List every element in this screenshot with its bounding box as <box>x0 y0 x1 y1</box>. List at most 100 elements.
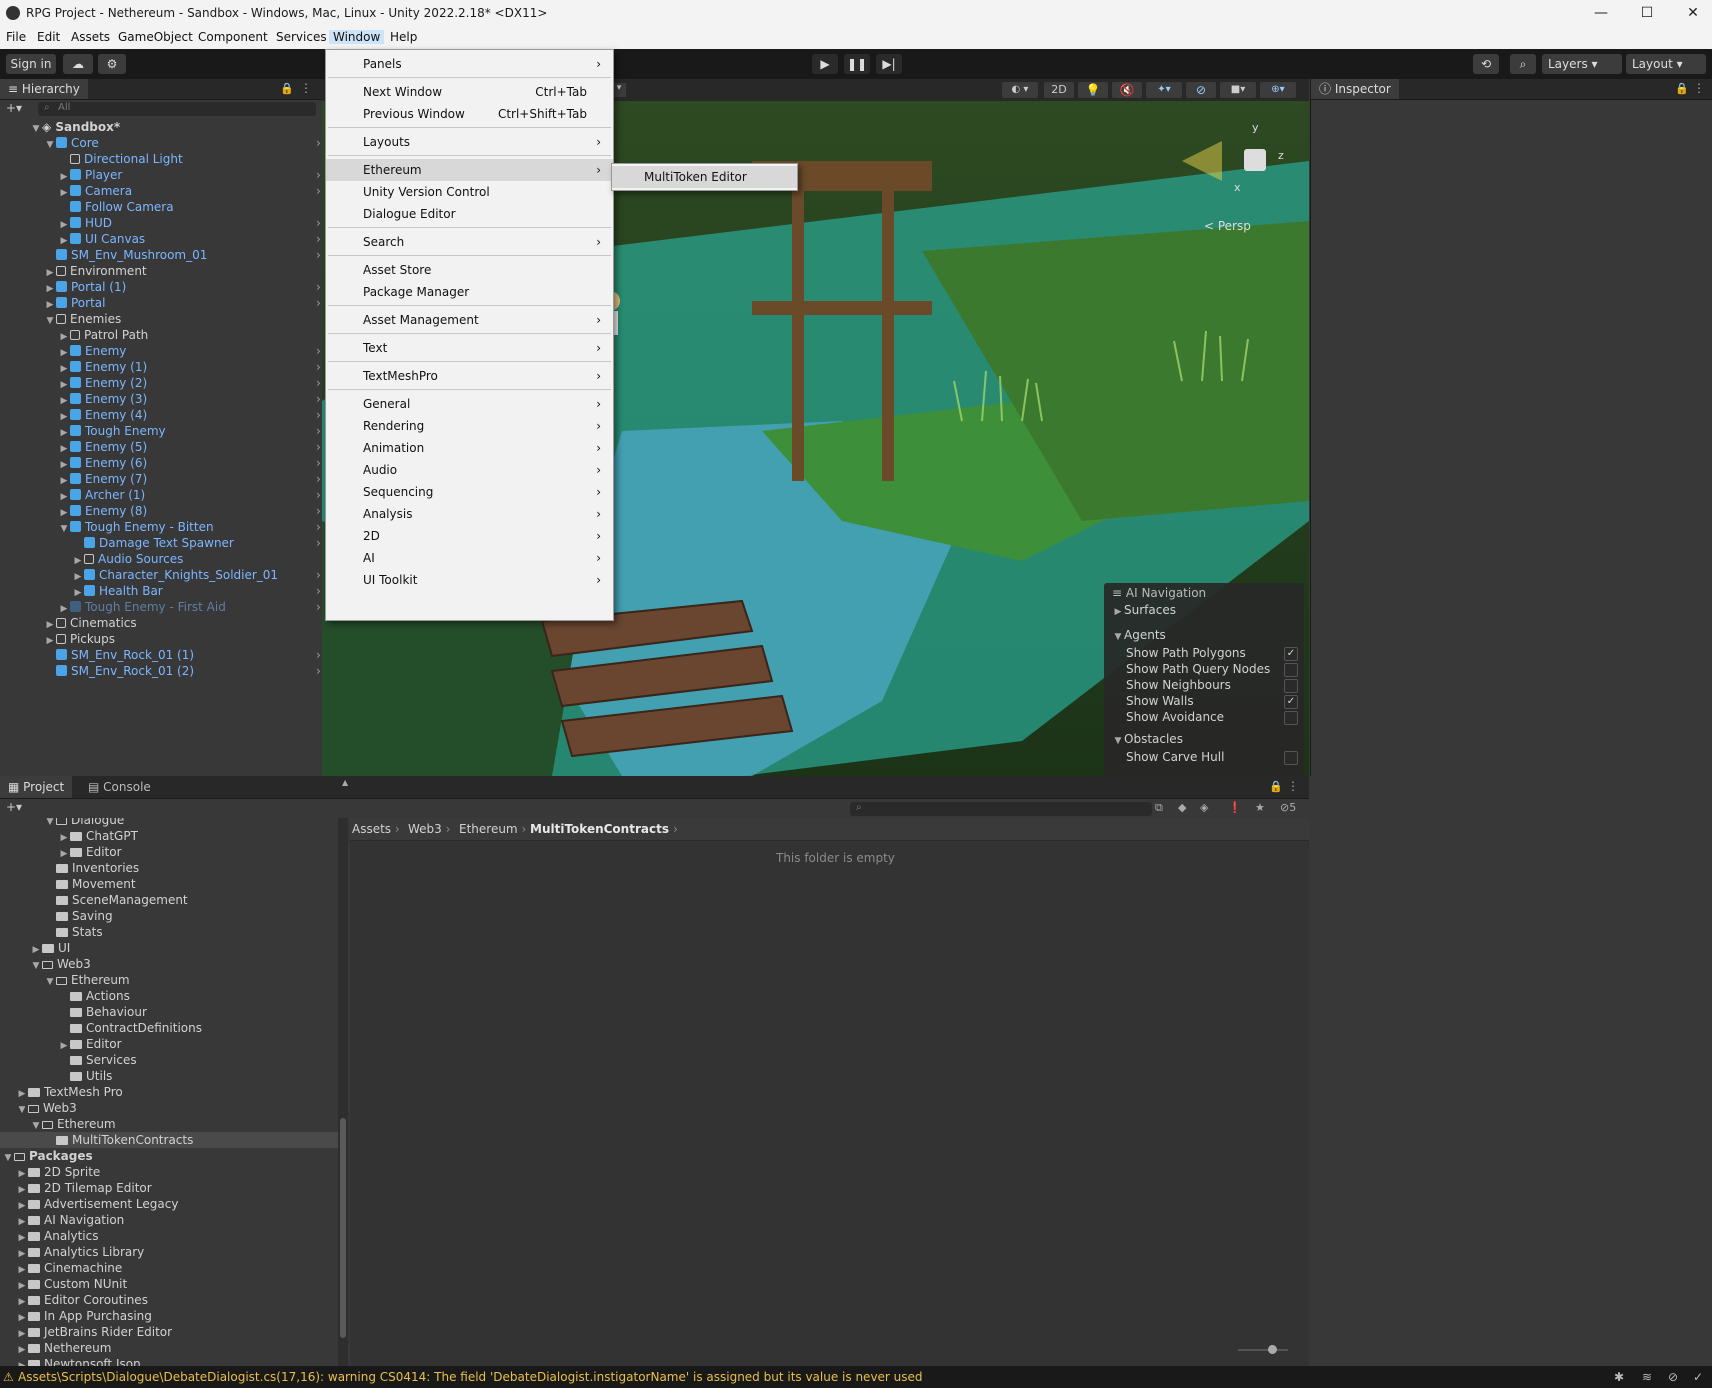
dropdown-icon[interactable]: ▾ <box>612 83 626 97</box>
project-folder-item[interactable]: ▶ Editor Coroutines <box>16 1292 148 1308</box>
status-message[interactable]: Assets\Scripts\Dialogue\DebateDialogist.… <box>18 1366 923 1388</box>
breadcrumb-web3[interactable]: Web3 › <box>408 821 450 837</box>
menu-component[interactable]: Component <box>194 30 272 44</box>
search-by-type-icon[interactable]: ⧉ <box>1155 801 1163 815</box>
hierarchy-item[interactable]: ▶ Portal (1) › <box>44 279 321 295</box>
panel-menu-icon[interactable]: ⋮ <box>300 81 312 95</box>
menu-edit[interactable]: Edit <box>33 30 64 44</box>
project-folder-item[interactable]: ▶ 2D Sprite <box>16 1164 101 1180</box>
gizmo-cube[interactable] <box>1244 149 1266 171</box>
project-folder-item[interactable]: MultiTokenContracts <box>0 1132 338 1148</box>
project-search-input[interactable]: ⌕ <box>850 802 1152 816</box>
open-prefab-arrow-icon[interactable]: › <box>316 535 321 551</box>
shading-mode-dropdown[interactable]: ◐ ▾ <box>1002 82 1038 98</box>
open-prefab-arrow-icon[interactable]: › <box>316 183 321 199</box>
orientation-gizmo[interactable]: y z x < Persp <box>1204 121 1292 233</box>
cloud-icon[interactable]: ☁ <box>63 54 93 74</box>
hierarchy-item[interactable]: ▶ Archer (1) › <box>58 487 321 503</box>
add-button[interactable]: +▾ <box>6 101 22 115</box>
open-prefab-arrow-icon[interactable]: › <box>316 663 321 679</box>
tab-console[interactable]: ▤ Console <box>80 776 159 798</box>
persp-label[interactable]: < Persp <box>1204 219 1251 233</box>
open-prefab-arrow-icon[interactable]: › <box>316 455 321 471</box>
project-folder-item[interactable]: ▶ Editor <box>58 844 122 860</box>
step-button[interactable]: ▶| <box>876 54 902 74</box>
project-folder-item[interactable]: ▶ AI Navigation <box>16 1212 125 1228</box>
panel-menu-icon[interactable]: ⋮ <box>1287 779 1299 793</box>
menu-window[interactable]: Window <box>329 30 385 44</box>
menu-services[interactable]: Services <box>272 30 331 44</box>
hierarchy-item[interactable]: ▶ Tough Enemy - First Aid › <box>58 599 321 615</box>
hierarchy-item[interactable]: ▶ Enemy (2) › <box>58 375 321 391</box>
menu-item-dialogue-editor[interactable]: Dialogue Editor <box>326 203 613 225</box>
hierarchy-item[interactable]: ▶ Enemy › <box>58 343 321 359</box>
project-folder-item[interactable]: ▶ ChatGPT <box>58 828 138 844</box>
breadcrumb-ethereum[interactable]: Ethereum › <box>459 821 526 837</box>
project-folder-item[interactable]: ▶ UI <box>30 940 71 956</box>
bug-icon[interactable]: ✱ <box>1614 1366 1624 1388</box>
hierarchy-item[interactable]: ▶ Player › <box>58 167 321 183</box>
foldout-arrow-icon[interactable]: ▼ <box>44 137 56 153</box>
stack-icon[interactable]: ≋ <box>1642 1366 1652 1388</box>
hierarchy-item[interactable]: ▶ Cinematics <box>44 615 137 631</box>
menu-item-unity-version-control[interactable]: Unity Version Control <box>326 181 613 203</box>
hierarchy-item[interactable]: Follow Camera <box>58 199 174 215</box>
menu-item-sequencing[interactable]: Sequencing › <box>326 481 613 503</box>
open-prefab-arrow-icon[interactable]: › <box>316 487 321 503</box>
open-prefab-arrow-icon[interactable]: › <box>316 215 321 231</box>
menu-item-text[interactable]: Text › <box>326 337 613 359</box>
zoom-slider-thumb[interactable] <box>1268 1345 1277 1354</box>
menu-item-ethereum[interactable]: Ethereum › <box>326 159 613 181</box>
project-folder-item[interactable]: Stats <box>44 924 103 940</box>
hierarchy-item[interactable]: SM_Env_Rock_01 (1) › <box>44 647 321 663</box>
lock-icon[interactable]: 🔒 <box>1675 82 1689 95</box>
layout-dropdown[interactable]: Layout ▾ <box>1626 54 1706 74</box>
hierarchy-item[interactable]: ▶ Audio Sources <box>72 551 184 567</box>
project-folder-item[interactable]: ▶ Cinemachine <box>16 1260 123 1276</box>
hierarchy-search-input[interactable]: ⌕ All <box>38 102 316 116</box>
tab-hierarchy[interactable]: ≡ Hierarchy <box>0 79 88 99</box>
menu-item-audio[interactable]: Audio › <box>326 459 613 481</box>
check-icon[interactable]: ✓ <box>1693 1366 1703 1388</box>
menu-item-panels[interactable]: Panels › <box>326 53 613 75</box>
maximize-button[interactable]: ☐ <box>1624 0 1670 27</box>
hierarchy-item[interactable]: SM_Env_Mushroom_01 › <box>44 247 321 263</box>
hierarchy-item[interactable]: ▶ Environment <box>44 263 147 279</box>
hierarchy-item[interactable]: ▶ Tough Enemy › <box>58 423 321 439</box>
menu-item-next-window[interactable]: Next Window Ctrl+Tab <box>326 81 613 103</box>
services-gear-icon[interactable]: ⚙ <box>98 54 126 74</box>
tree-scrollbar[interactable] <box>338 818 348 1366</box>
project-folder-item[interactable]: SceneManagement <box>44 892 188 908</box>
open-prefab-arrow-icon[interactable]: › <box>316 519 321 535</box>
project-folder-item[interactable]: Utils <box>58 1068 112 1084</box>
project-folder-item[interactable]: ▶ Nethereum <box>16 1340 112 1356</box>
2d-toggle[interactable]: 2D <box>1044 82 1074 98</box>
project-folder-item[interactable]: Movement <box>44 876 136 892</box>
open-prefab-arrow-icon[interactable]: › <box>316 647 321 663</box>
menu-item-rendering[interactable]: Rendering › <box>326 415 613 437</box>
menu-item-2d[interactable]: 2D › <box>326 525 613 547</box>
open-prefab-arrow-icon[interactable]: › <box>316 279 321 295</box>
menu-assets[interactable]: Assets <box>67 30 114 44</box>
menu-item-search[interactable]: Search › <box>326 231 613 253</box>
project-folder-item[interactable]: Saving <box>44 908 113 924</box>
hierarchy-item[interactable]: ▶ Enemy (1) › <box>58 359 321 375</box>
project-folder-item[interactable]: ▶ TextMesh Pro <box>16 1084 123 1100</box>
menu-item-previous-window[interactable]: Previous Window Ctrl+Shift+Tab <box>326 103 613 125</box>
open-prefab-arrow-icon[interactable]: › <box>316 375 321 391</box>
hierarchy-item[interactable]: ▶ Enemy (7) › <box>58 471 321 487</box>
effects-dropdown-icon[interactable]: ✦▾ <box>1146 82 1182 98</box>
nav-option-checkbox[interactable] <box>1284 711 1298 725</box>
open-prefab-arrow-icon[interactable]: › <box>316 407 321 423</box>
project-folder-item[interactable]: ContractDefinitions <box>58 1020 202 1036</box>
project-folder-item[interactable]: ▼ Packages <box>2 1148 93 1164</box>
hierarchy-item[interactable]: ▶ Enemy (5) › <box>58 439 321 455</box>
project-folder-item[interactable]: Inventories <box>44 860 139 876</box>
breadcrumb-assets[interactable]: Assets › <box>352 821 400 837</box>
hidden-packages-toggle[interactable]: ⊘5 <box>1280 801 1296 814</box>
search-by-label-icon[interactable]: ◆ <box>1178 801 1186 814</box>
lock-icon[interactable]: 🔒 <box>280 82 294 95</box>
hierarchy-item[interactable]: ▶ Pickups <box>44 631 115 647</box>
hierarchy-item[interactable]: ▶ Enemy (4) › <box>58 407 321 423</box>
project-folder-item[interactable]: ▶ JetBrains Rider Editor <box>16 1324 173 1340</box>
